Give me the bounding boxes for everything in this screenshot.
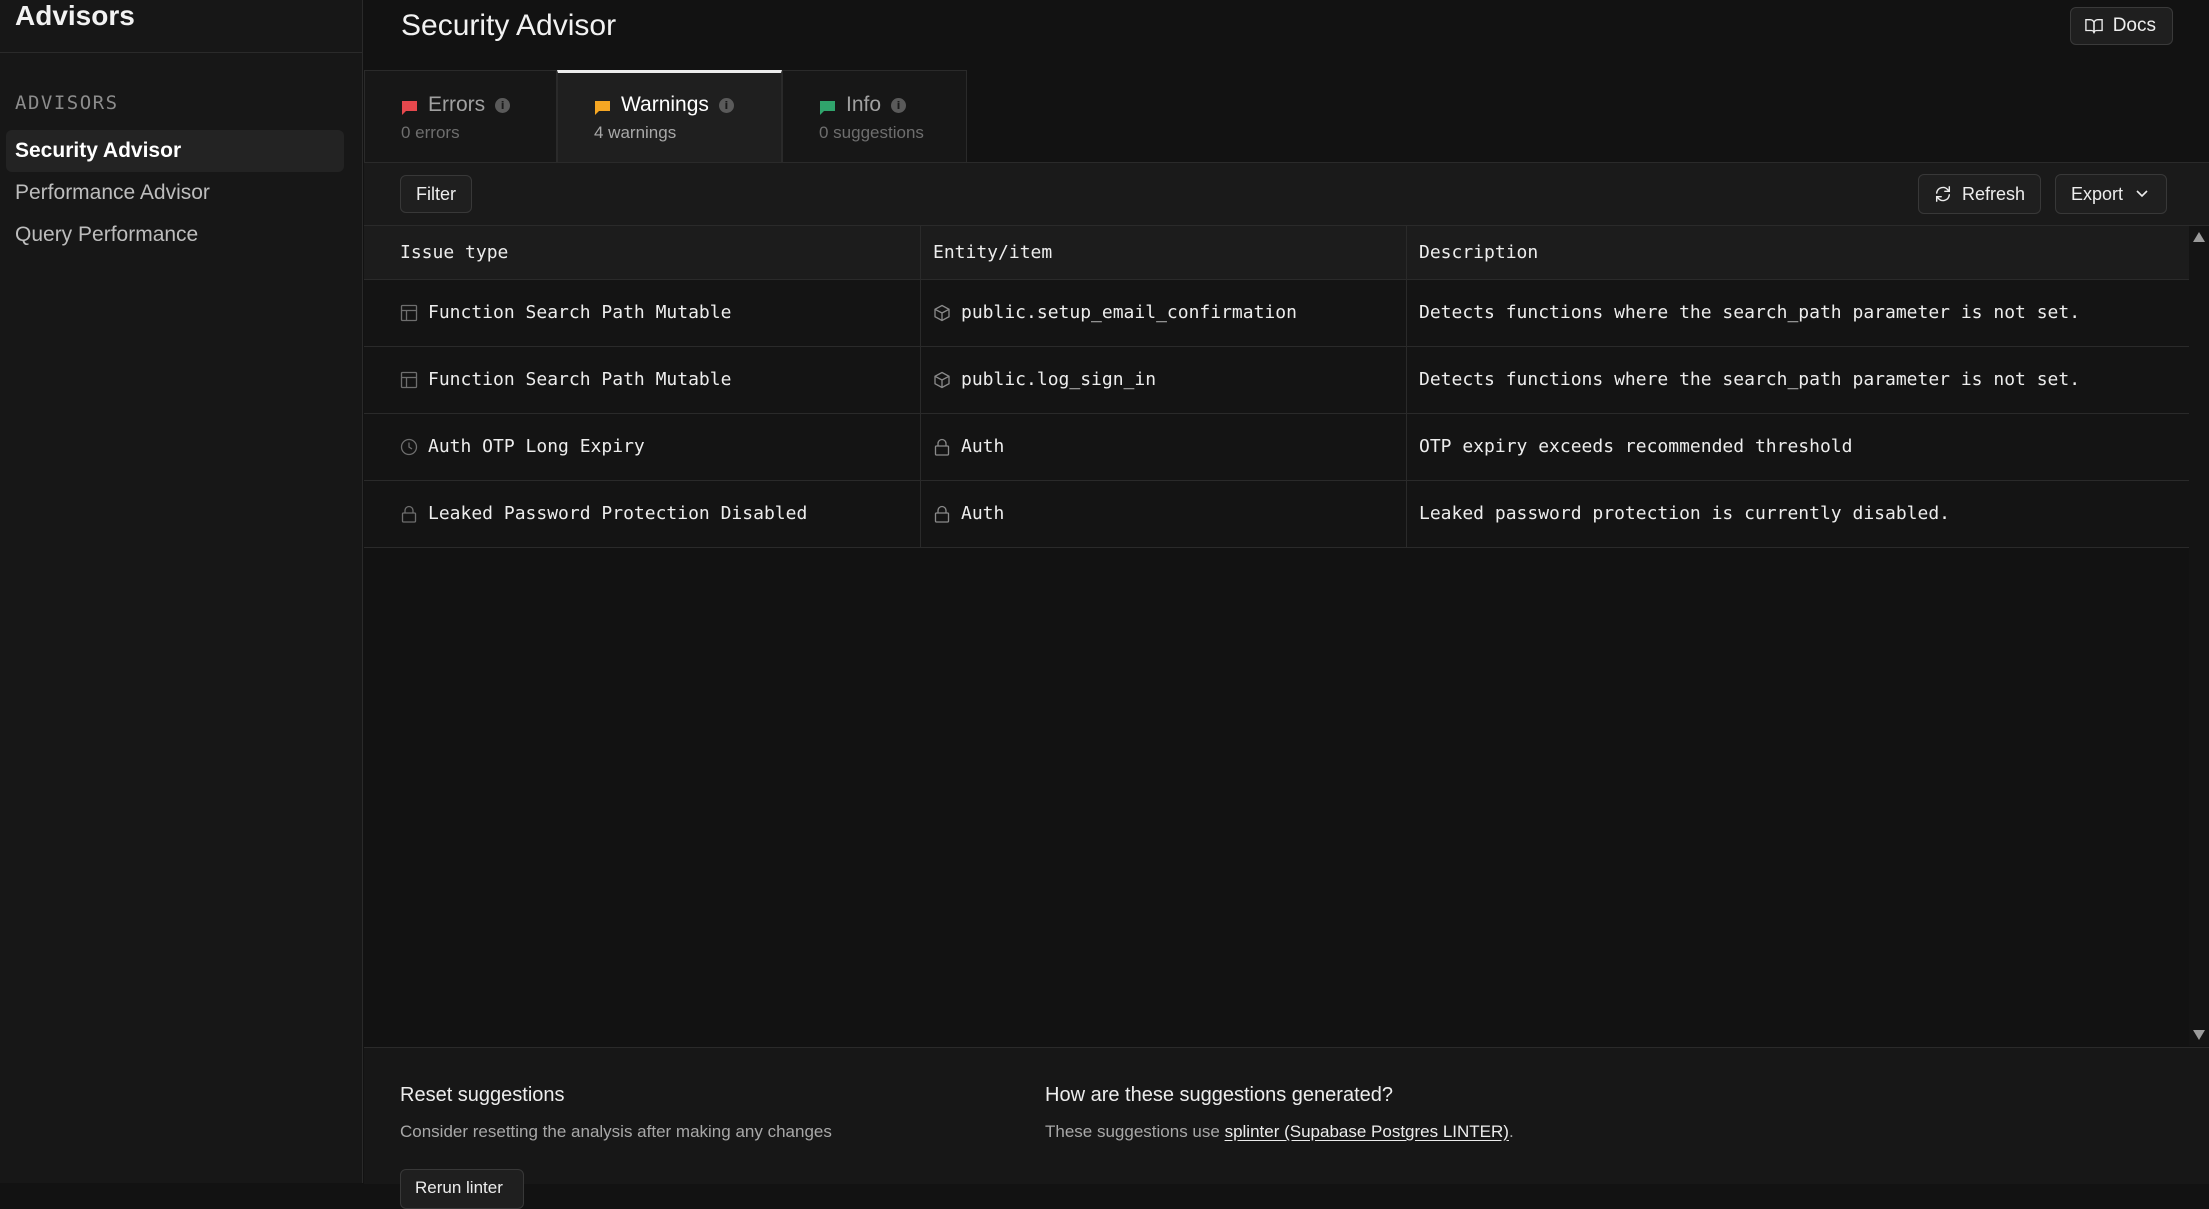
tab-errors-label: Errors — [428, 93, 486, 116]
issue-type-text: Function Search Path Mutable — [428, 369, 732, 390]
column-header-issue-type: Issue type — [400, 242, 509, 263]
reset-suggestions-text: Consider resetting the analysis after ma… — [400, 1122, 832, 1141]
how-generated-title: How are these suggestions generated? — [1045, 1084, 1394, 1106]
table-scrollbar[interactable] — [2189, 226, 2209, 1046]
issue-cell: Leaked Password Protection Disabled — [388, 481, 919, 547]
entity-cell: public.setup_email_confirmation — [920, 280, 1405, 346]
table-icon — [400, 304, 418, 322]
tab-info-label: Info — [846, 93, 882, 116]
entity-text: Auth — [961, 436, 1005, 457]
description-cell: OTP expiry exceeds recommended threshold — [1406, 414, 2189, 480]
issues-table: Issue type Entity/item Description Funct… — [364, 226, 2189, 548]
how-generated-suffix: . — [1508, 1122, 1514, 1141]
tab-info[interactable]: Info i 0 suggestions — [782, 70, 967, 162]
info-icon[interactable]: i — [718, 97, 734, 113]
sidebar-title: Advisors — [15, 0, 135, 31]
issue-type-text: Function Search Path Mutable — [428, 302, 732, 323]
lock-icon — [933, 505, 951, 523]
issue-cell: Function Search Path Mutable — [388, 347, 919, 413]
flag-icon — [594, 98, 611, 115]
scroll-down-arrow-icon[interactable] — [2193, 1030, 2205, 1040]
book-icon — [2084, 17, 2103, 35]
export-button[interactable]: Export — [2055, 174, 2168, 214]
toolbar: Filter Refresh Export — [364, 163, 2209, 226]
table-icon — [400, 371, 418, 389]
page-title: Security Advisor — [401, 9, 617, 42]
filter-button[interactable]: Filter — [400, 175, 472, 213]
refresh-icon — [1934, 185, 1952, 203]
reset-suggestions-title: Reset suggestions — [400, 1084, 565, 1106]
tab-warnings-label: Warnings — [621, 93, 709, 116]
table-row[interactable]: Function Search Path Mutable public.log_… — [364, 347, 2189, 414]
entity-text: Auth — [961, 503, 1005, 524]
rerun-linter-button[interactable]: Rerun linter — [400, 1169, 524, 1209]
issue-cell: Function Search Path Mutable — [388, 280, 919, 346]
refresh-button[interactable]: Refresh — [1918, 174, 2042, 214]
lock-icon — [933, 438, 951, 456]
issue-type-text: Auth OTP Long Expiry — [428, 436, 645, 457]
sidebar-item-query-performance[interactable]: Query Performance — [6, 214, 344, 256]
issue-type-text: Leaked Password Protection Disabled — [428, 503, 808, 524]
splinter-link[interactable]: splinter (Supabase Postgres LINTER) — [1225, 1122, 1509, 1141]
chevron-down-icon — [2133, 185, 2151, 203]
tab-warnings[interactable]: Warnings i 4 warnings — [557, 70, 782, 162]
tab-errors[interactable]: Errors i 0 errors — [364, 70, 557, 162]
table-row[interactable]: Leaked Password Protection Disabled Auth… — [364, 481, 2189, 548]
sidebar-item-security-advisor[interactable]: Security Advisor — [6, 130, 344, 172]
cube-icon — [933, 371, 951, 389]
description-cell: Leaked password protection is currently … — [1406, 481, 2189, 547]
info-icon[interactable]: i — [891, 97, 907, 113]
export-label: Export — [2071, 183, 2124, 204]
footer-panel: Reset suggestions Consider resetting the… — [364, 1047, 2209, 1209]
entity-text: public.setup_email_confirmation — [961, 302, 1297, 323]
how-generated-text: These suggestions use splinter (Supabase… — [1045, 1122, 1514, 1142]
cube-icon — [933, 304, 951, 322]
tab-warnings-count: 4 warnings — [594, 123, 677, 142]
flag-icon — [401, 98, 418, 115]
docs-button[interactable]: Docs — [2069, 7, 2173, 45]
table-row[interactable]: Function Search Path Mutable public.setu… — [364, 280, 2189, 347]
column-header-description: Description — [1406, 226, 2189, 279]
tab-warnings-head: Warnings i — [594, 93, 734, 117]
table-header: Issue type Entity/item Description — [364, 226, 2189, 280]
clock-icon — [400, 438, 418, 456]
entity-text: public.log_sign_in — [961, 369, 1157, 390]
sidebar: Advisors ADVISORS Security Advisor Perfo… — [0, 0, 363, 1183]
entity-cell: public.log_sign_in — [920, 347, 1405, 413]
entity-cell: Auth — [920, 481, 1405, 547]
refresh-label: Refresh — [1962, 183, 2026, 204]
main-content: Security Advisor Docs Errors i 0 errors — [364, 0, 2209, 1209]
tab-info-head: Info i — [819, 93, 907, 117]
table-row[interactable]: Auth OTP Long Expiry Auth OTP expiry exc… — [364, 414, 2189, 481]
info-icon[interactable]: i — [495, 97, 511, 113]
description-cell: Detects functions where the search_path … — [1406, 280, 2189, 346]
sidebar-item-performance-advisor[interactable]: Performance Advisor — [6, 172, 344, 214]
sidebar-divider — [0, 52, 362, 53]
description-cell: Detects functions where the search_path … — [1406, 347, 2189, 413]
tabs-row: Errors i 0 errors Warnings i 4 warnings … — [364, 70, 2209, 163]
flag-icon — [819, 98, 836, 115]
issue-cell: Auth OTP Long Expiry — [388, 414, 919, 480]
column-header-entity: Entity/item — [920, 226, 1405, 279]
docs-label: Docs — [2112, 15, 2156, 36]
tab-errors-count: 0 errors — [401, 123, 460, 142]
how-generated-prefix: These suggestions use — [1045, 1122, 1225, 1141]
entity-cell: Auth — [920, 414, 1405, 480]
scroll-up-arrow-icon[interactable] — [2193, 232, 2205, 242]
sidebar-section-label: ADVISORS — [15, 92, 119, 114]
tab-errors-head: Errors i — [401, 93, 511, 117]
lock-icon — [400, 505, 418, 523]
tab-info-count: 0 suggestions — [819, 123, 924, 142]
